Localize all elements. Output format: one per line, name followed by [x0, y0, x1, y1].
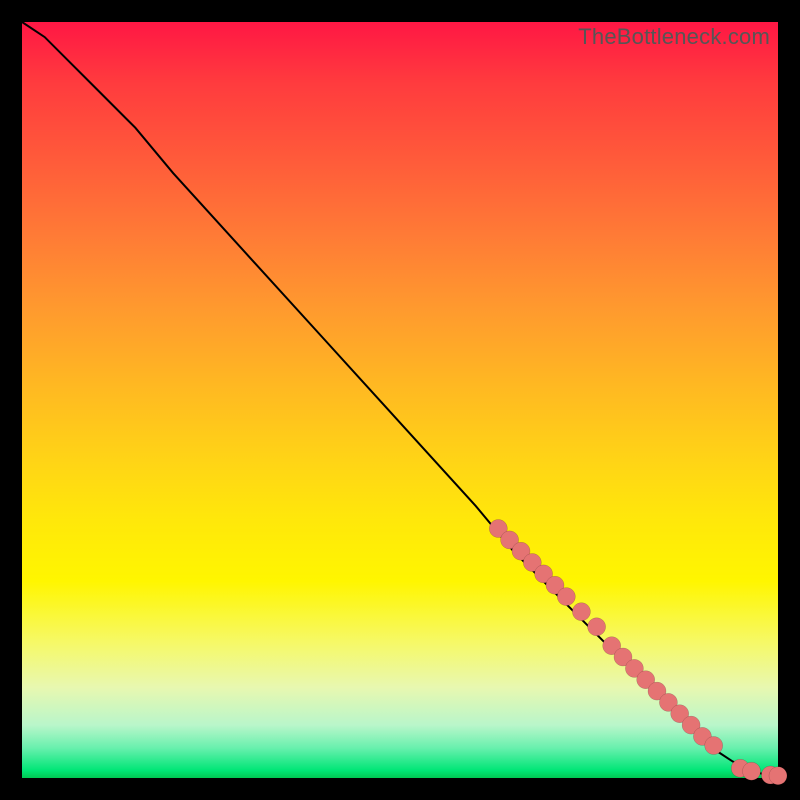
data-point-marker: [588, 618, 606, 636]
data-point-marker: [769, 767, 787, 785]
data-point-marker: [572, 603, 590, 621]
data-point-marker: [557, 588, 575, 606]
curve-line: [22, 22, 778, 776]
data-point-marker: [705, 737, 723, 755]
plot-area: TheBottleneck.com: [22, 22, 778, 778]
chart-frame: TheBottleneck.com: [0, 0, 800, 800]
data-point-marker: [743, 762, 761, 780]
chart-svg: [22, 22, 778, 778]
marker-group: [489, 520, 787, 785]
